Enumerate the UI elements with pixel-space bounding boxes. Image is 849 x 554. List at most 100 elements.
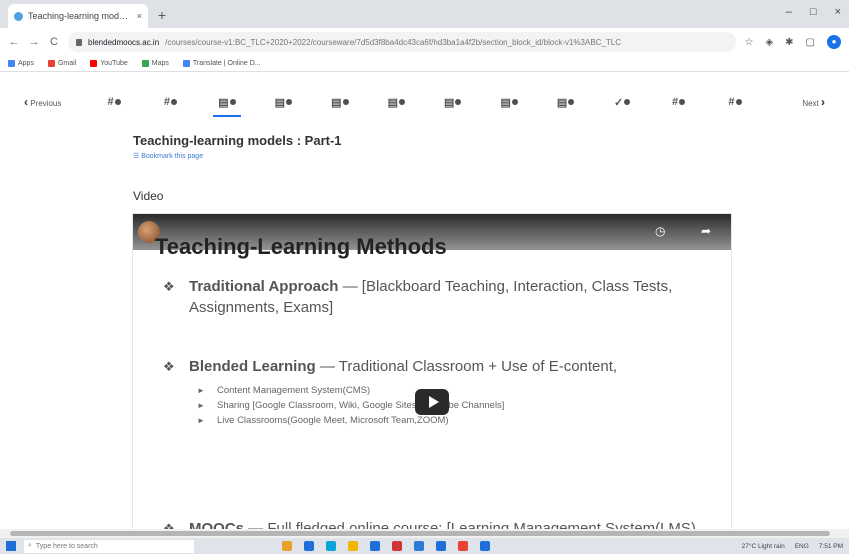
- sidebar-icon[interactable]: ▢: [806, 37, 815, 48]
- bullet-lead: Traditional Approach: [189, 278, 339, 295]
- slide-bullet: ❖ Blended Learning — Traditional Classroo…: [157, 356, 717, 377]
- profile-avatar[interactable]: ●: [827, 35, 841, 49]
- unit-tab-problem[interactable]: #: [150, 87, 190, 117]
- status-dot-icon: [398, 99, 405, 105]
- browser-tab[interactable]: Teaching-learning models : Part ×: [8, 4, 148, 28]
- clock-text[interactable]: 7:51 PM: [819, 543, 843, 550]
- bookmark-favicon-icon: [182, 60, 190, 67]
- sub-bullet: ► Content Management System(CMS): [193, 383, 717, 398]
- unit-tab-video[interactable]: ▤: [320, 87, 360, 117]
- watch-later-icon[interactable]: ◷: [655, 224, 665, 238]
- language-indicator[interactable]: ENG: [795, 543, 809, 550]
- bookmark-page-link[interactable]: ☰ Bookmark this page: [133, 152, 203, 160]
- bookmark-item[interactable]: Translate | Online D...: [182, 60, 261, 67]
- unit-tab-check[interactable]: ✓: [602, 87, 642, 117]
- play-button[interactable]: [415, 389, 449, 415]
- url-host: blendedmoocs.ac.in: [88, 37, 160, 47]
- sub-bullet-text: Sharing [Google Classroom, Wiki, Google …: [217, 400, 505, 411]
- sub-bullet-text: Live Classrooms(Google Meet, Microsoft T…: [217, 415, 449, 426]
- sub-bullet-text: Content Management System(CMS): [217, 385, 371, 396]
- status-dot-icon: [624, 99, 631, 105]
- unit-tab-video[interactable]: ▤: [263, 87, 303, 117]
- forward-button[interactable]: →: [28, 36, 40, 48]
- unit-tab-problem[interactable]: #: [659, 87, 699, 117]
- address-bar: ← → C blendedmoocs.ac.in /courses/course…: [0, 28, 849, 56]
- new-tab-button[interactable]: +: [154, 7, 170, 23]
- lock-icon: [76, 38, 82, 46]
- windows-start-icon[interactable]: [6, 541, 16, 551]
- taskbar-app-icon[interactable]: [282, 541, 292, 551]
- taskbar-app-icon[interactable]: [304, 541, 314, 551]
- minimize-button[interactable]: –: [786, 6, 792, 18]
- bookmark-item[interactable]: Apps: [8, 60, 34, 67]
- url-input[interactable]: blendedmoocs.ac.in /courses/course-v1:BC…: [68, 32, 737, 52]
- arrow-bullet-icon: ►: [197, 386, 205, 395]
- star-icon[interactable]: ☆: [744, 37, 753, 48]
- bookmark-item[interactable]: YouTube: [90, 60, 128, 67]
- next-button[interactable]: Next ›: [765, 95, 825, 109]
- problem-icon: #: [163, 96, 170, 108]
- video-icon: ▤: [500, 96, 510, 109]
- video-section-heading: Video: [133, 189, 164, 203]
- next-label: Next: [802, 99, 819, 108]
- close-tab-icon[interactable]: ×: [137, 11, 142, 21]
- taskbar-app-icon[interactable]: [458, 541, 468, 551]
- status-dot-icon: [735, 99, 742, 105]
- unit-tab-video[interactable]: ▤: [207, 87, 247, 117]
- taskbar-app-icon[interactable]: [370, 541, 380, 551]
- taskbar-app-icon[interactable]: [348, 541, 358, 551]
- video-icon: ▤: [444, 96, 454, 109]
- taskbar-app-icon[interactable]: [392, 541, 402, 551]
- sub-bullet: ► Sharing [Google Classroom, Wiki, Google…: [193, 398, 717, 413]
- weather-text[interactable]: 27°C Light rain: [742, 543, 785, 550]
- sub-bullet: ► Live Classrooms(Google Meet, Microsoft …: [193, 413, 717, 428]
- video-player[interactable]: ◷ ➦ Teaching-Learning Methods ❖ Tradition…: [133, 214, 731, 530]
- bookmark-label: Maps: [151, 60, 169, 67]
- video-icon: ▤: [387, 96, 398, 109]
- bookmark-item[interactable]: Maps: [141, 60, 169, 67]
- windows-taskbar: ⌕ Type here to search 27°C Light rain EN…: [0, 538, 849, 554]
- unit-tab-problem[interactable]: #: [94, 87, 134, 117]
- unit-navigation: ‹ Previous # # ▤ ▤ ▤ ▤ ▤ ▤ ▤ ✓ # # Next ›: [0, 82, 849, 122]
- scrollbar-thumb[interactable]: [10, 531, 830, 536]
- taskbar-app-icon[interactable]: [480, 541, 490, 551]
- unit-tab-video[interactable]: ▤: [376, 87, 416, 117]
- unit-tab-video[interactable]: ▤: [489, 87, 529, 117]
- extension-icon[interactable]: ◈: [765, 37, 773, 48]
- problem-icon: #: [671, 96, 678, 108]
- chevron-left-icon: ‹: [24, 95, 28, 109]
- status-dot-icon: [114, 99, 121, 105]
- sub-bullet-list: ► Content Management System(CMS) ► Sharing …: [193, 383, 717, 428]
- search-placeholder: Type here to search: [35, 542, 98, 550]
- reload-button[interactable]: C: [48, 36, 60, 48]
- taskbar-apps: [282, 541, 490, 551]
- arrow-bullet-icon: ►: [197, 416, 205, 425]
- video-icon: ▤: [331, 96, 341, 109]
- taskbar-app-icon[interactable]: [326, 541, 336, 551]
- close-window-button[interactable]: ×: [835, 6, 841, 18]
- status-dot-icon: [286, 99, 293, 105]
- slide-title: Teaching-Learning Methods: [155, 234, 447, 259]
- previous-button[interactable]: ‹ Previous: [24, 95, 84, 109]
- maximize-button[interactable]: □: [810, 6, 817, 18]
- bookmark-label: Apps: [18, 60, 34, 67]
- arrow-bullet-icon: ►: [197, 401, 205, 410]
- taskbar-app-icon[interactable]: [414, 541, 424, 551]
- share-icon[interactable]: ➦: [701, 224, 711, 238]
- bookmark-item[interactable]: Gmail: [47, 60, 77, 67]
- puzzle-icon[interactable]: ✱: [785, 37, 793, 48]
- diamond-bullet-icon: ❖: [163, 279, 175, 294]
- horizontal-scrollbar[interactable]: [0, 529, 849, 538]
- taskbar-app-icon[interactable]: [436, 541, 446, 551]
- bookmark-label: Gmail: [57, 60, 77, 67]
- status-dot-icon: [568, 99, 575, 105]
- unit-tab-video[interactable]: ▤: [546, 87, 586, 117]
- back-button[interactable]: ←: [8, 36, 20, 48]
- unit-tab-problem[interactable]: #: [715, 87, 755, 117]
- unit-tab-video[interactable]: ▤: [433, 87, 473, 117]
- bookmark-label: YouTube: [100, 60, 128, 67]
- diamond-bullet-icon: ❖: [163, 359, 175, 374]
- toolbar-icons: ☆ ◈ ✱ ▢ ●: [744, 35, 841, 49]
- taskbar-search-input[interactable]: ⌕ Type here to search: [24, 539, 194, 553]
- play-icon: [428, 396, 439, 408]
